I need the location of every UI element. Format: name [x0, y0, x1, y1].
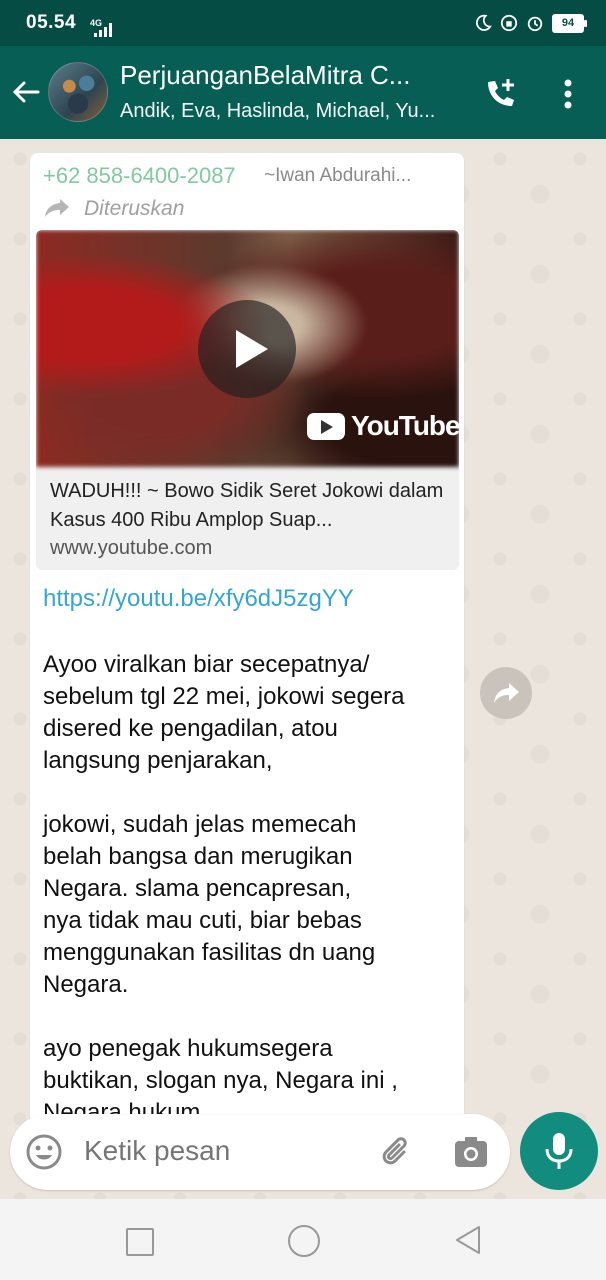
sender-name: ~Iwan Abdurahi...: [264, 165, 412, 186]
group-title[interactable]: PerjuanganBelaMitra C...: [120, 60, 460, 91]
home-icon[interactable]: [288, 1225, 320, 1257]
link-preview[interactable]: YouTube WADUH!!! ~ Bowo Sidik Seret Joko…: [36, 230, 459, 570]
voice-record-button[interactable]: [520, 1112, 598, 1190]
camera-icon[interactable]: [454, 1136, 488, 1168]
message-text: Ayoo viralkan biar secepatnya/ sebelum t…: [43, 651, 405, 1126]
battery-icon: 94: [552, 13, 587, 33]
status-bar: 05.54 4G 94: [0, 0, 606, 46]
forward-button[interactable]: [480, 667, 532, 719]
message-composer: [10, 1114, 510, 1190]
forward-icon: [494, 683, 519, 703]
forwarded-label: Diteruskan: [84, 197, 185, 220]
message-input[interactable]: [82, 1134, 366, 1168]
alarm-icon: [527, 16, 543, 32]
system-nav-bar: [0, 1199, 606, 1280]
forwarded-icon: [45, 199, 69, 217]
sender-phone[interactable]: +62 858-6400-2087: [43, 163, 236, 189]
nav-back-icon[interactable]: [454, 1225, 482, 1255]
signal-icon: [94, 23, 112, 37]
more-options-icon[interactable]: [556, 76, 580, 112]
status-icons: 94: [474, 12, 587, 34]
chat-area[interactable]: +62 858-6400-2087 ~Iwan Abdurahi... Dite…: [0, 139, 606, 1199]
chat-header: PerjuanganBelaMitra C... Andik, Eva, Has…: [0, 46, 606, 139]
youtube-logo: YouTube: [307, 410, 459, 442]
youtube-icon: [307, 412, 345, 440]
message-bubble[interactable]: +62 858-6400-2087 ~Iwan Abdurahi... Dite…: [30, 153, 464, 1153]
play-icon[interactable]: [198, 300, 296, 398]
back-arrow-icon[interactable]: [10, 76, 42, 108]
preview-title: WADUH!!! ~ Bowo Sidik Seret Jokowi dalam…: [50, 480, 444, 531]
group-members[interactable]: Andik, Eva, Haslinda, Michael, Yu...: [120, 100, 460, 123]
youtube-wordmark: YouTube: [351, 410, 459, 441]
recent-apps-icon[interactable]: [126, 1228, 154, 1256]
preview-domain: www.youtube.com: [50, 537, 213, 559]
group-avatar[interactable]: [48, 62, 108, 122]
emoji-icon[interactable]: [26, 1134, 62, 1170]
add-call-icon[interactable]: [482, 76, 518, 112]
status-time: 05.54: [26, 12, 77, 33]
attach-icon[interactable]: [378, 1134, 414, 1170]
microphone-icon: [545, 1133, 573, 1169]
moon-icon: [475, 14, 492, 31]
data-saver-icon: [500, 14, 518, 32]
message-link[interactable]: https://youtu.be/xfy6dJ5zgYY: [43, 585, 354, 613]
